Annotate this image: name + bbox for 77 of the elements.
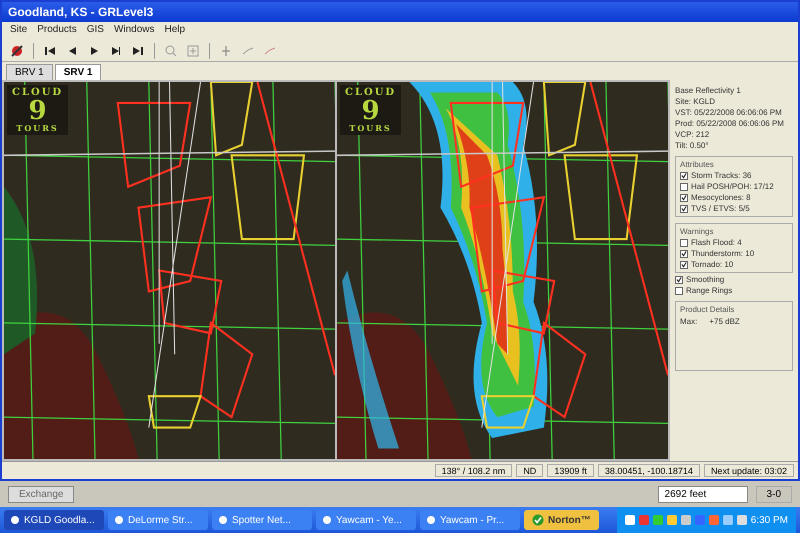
menu-item[interactable]: GIS xyxy=(86,24,104,38)
tray-icon xyxy=(666,515,677,525)
checkbox[interactable] xyxy=(680,204,688,212)
product-info: VCP: 212 xyxy=(675,130,710,139)
checkbox[interactable] xyxy=(680,260,688,268)
app-icon xyxy=(426,515,436,525)
group-title: Attributes xyxy=(680,160,715,169)
tray-icon xyxy=(680,515,691,525)
logo-text: CLOUD xyxy=(345,88,396,98)
status-text: ND xyxy=(516,464,544,477)
checkbox-label: Mesocyclones: 8 xyxy=(691,193,751,202)
checkbox[interactable] xyxy=(680,182,688,190)
check-icon xyxy=(532,514,544,526)
status-text: Next update: 03:02 xyxy=(704,464,794,477)
checkbox[interactable] xyxy=(675,286,683,294)
input-field[interactable]: 2692 feet xyxy=(658,486,748,502)
logo-text: TOURS xyxy=(16,124,59,132)
taskbar-button[interactable]: Yawcam - Ye... xyxy=(316,510,416,530)
menu-item[interactable]: Help xyxy=(164,24,186,38)
taskbar-button[interactable]: Yawcam - Pr... xyxy=(420,510,520,530)
checkbox[interactable] xyxy=(680,172,688,180)
logo-text: TOURS xyxy=(349,124,392,132)
checkbox-label: Hail POSH/POH: 17/12 xyxy=(691,182,774,191)
exchange-button[interactable]: Exchange xyxy=(8,486,74,502)
menu-item[interactable]: Windows xyxy=(114,24,155,38)
checkbox[interactable] xyxy=(680,238,688,246)
value-text: 3-0 xyxy=(756,486,792,502)
window-title: Goodland, KS - GRLevel3 xyxy=(2,2,798,22)
app-icon xyxy=(322,515,332,525)
checkbox[interactable] xyxy=(680,250,688,258)
status-text: 138° / 108.2 nm xyxy=(434,464,512,477)
tray-icon xyxy=(708,515,719,525)
product-title: Base Reflectivity 1 xyxy=(675,86,742,95)
product-info: Tilt: 0.50° xyxy=(675,141,710,150)
tray-icon xyxy=(736,515,747,525)
detail-value: +75 dBZ xyxy=(709,317,740,326)
radar-icon[interactable] xyxy=(10,44,24,58)
tray-icon xyxy=(638,515,649,525)
checkbox-label: Tornado: 10 xyxy=(691,260,734,269)
taskbar-button[interactable]: DeLorme Str... xyxy=(108,510,208,530)
status-text: 38.00451, -100.18714 xyxy=(598,464,700,477)
menu-item[interactable]: Site xyxy=(10,24,28,38)
check-icon xyxy=(676,276,682,283)
app-icon xyxy=(114,515,124,525)
detail-label: Max: xyxy=(680,317,698,326)
logo-text: CLOUD xyxy=(12,88,64,98)
checkbox[interactable] xyxy=(680,194,688,202)
checkbox-label: Smoothing xyxy=(686,275,724,284)
logo-text: 9 xyxy=(362,98,380,124)
product-info: VST: 05/22/2008 06:06:06 PM xyxy=(675,108,783,117)
app-icon xyxy=(10,515,20,525)
product-info: Prod: 05/22/2008 06:06:06 PM xyxy=(675,119,785,128)
taskbar-button[interactable]: Spotter Net... xyxy=(212,510,312,530)
checkbox-label: Range Rings xyxy=(686,286,732,295)
product-info: Site: KGLD xyxy=(675,97,716,106)
checkbox-label: Flash Flood: 4 xyxy=(691,238,742,247)
checkbox-label: TVS / ETVS: 5/5 xyxy=(691,204,750,213)
app-icon xyxy=(218,515,228,525)
logo-text: 9 xyxy=(28,98,47,124)
taskbar-button[interactable]: KGLD Goodla... xyxy=(4,510,104,530)
view-tab[interactable]: BRV 1 xyxy=(6,64,53,80)
check-icon xyxy=(681,172,687,179)
marker-icon[interactable] xyxy=(219,44,233,58)
checkbox-label: Thunderstorm: 10 xyxy=(691,249,754,258)
clock-text: 6:30 PM xyxy=(750,514,788,526)
tray-icon xyxy=(652,515,663,525)
status-text: 13909 ft xyxy=(547,464,594,477)
tray-icon xyxy=(694,515,705,525)
tray-icon xyxy=(624,515,635,525)
checkbox-label: Storm Tracks: 36 xyxy=(691,171,752,180)
group-title: Warnings xyxy=(680,227,714,236)
norton-button[interactable]: Norton™ xyxy=(524,510,599,530)
checkbox[interactable] xyxy=(675,276,683,284)
menu-item[interactable]: Products xyxy=(37,24,77,38)
tray-icon xyxy=(722,515,733,525)
group-title: Product Details xyxy=(680,305,736,314)
view-tab[interactable]: SRV 1 xyxy=(54,64,102,80)
